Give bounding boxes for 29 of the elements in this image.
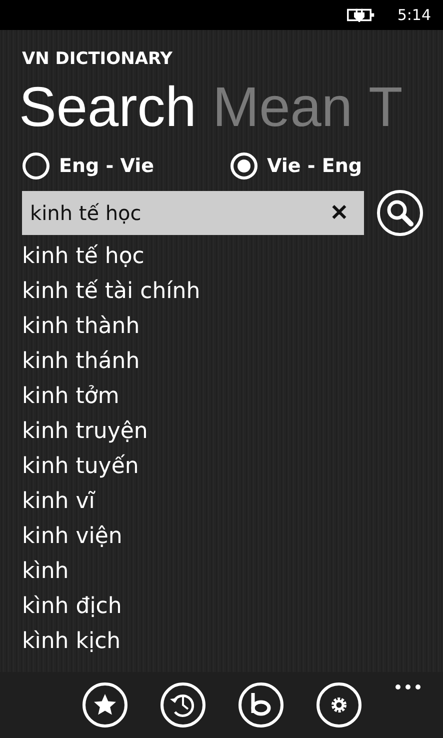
result-item[interactable]: kinh tởm — [22, 379, 443, 414]
radio-button[interactable] — [230, 152, 258, 180]
result-item[interactable]: kình — [22, 554, 443, 589]
settings-icon[interactable] — [316, 682, 362, 728]
result-item[interactable]: kinh viện — [22, 519, 443, 554]
clock-time: 5:14 — [397, 6, 431, 24]
result-item[interactable]: kinh truyện — [22, 414, 443, 449]
clear-button[interactable]: ✕ — [322, 200, 356, 226]
search-field[interactable]: kinh tế học ✕ — [22, 191, 364, 235]
result-item[interactable]: kinh tế tài chính — [22, 274, 443, 309]
result-item[interactable]: kinh vĩ — [22, 484, 443, 519]
pivot-header[interactable]: T — [368, 79, 403, 135]
search-icon[interactable] — [376, 189, 424, 237]
radio-label[interactable]: Eng - Vie — [59, 155, 154, 177]
radio-label[interactable]: Vie - Eng — [267, 155, 362, 177]
history-icon[interactable] — [160, 682, 206, 728]
pivot-header[interactable]: Search — [19, 79, 196, 135]
app-title: VN DICTIONARY — [22, 49, 174, 71]
letter-b-icon[interactable] — [238, 682, 284, 728]
result-item[interactable]: kinh tế học — [22, 239, 443, 274]
radio-button[interactable] — [22, 152, 50, 180]
battery-charging-icon — [347, 8, 376, 22]
result-item[interactable]: kinh thành — [22, 309, 443, 344]
result-item[interactable]: kình địch — [22, 589, 443, 624]
result-item[interactable]: kinh tuyến — [22, 449, 443, 484]
more-icon[interactable] — [395, 684, 421, 690]
result-item[interactable]: kình kịch — [22, 624, 443, 659]
pivot-header[interactable]: Mean — [212, 79, 353, 135]
result-item[interactable]: kinh thánh — [22, 344, 443, 379]
